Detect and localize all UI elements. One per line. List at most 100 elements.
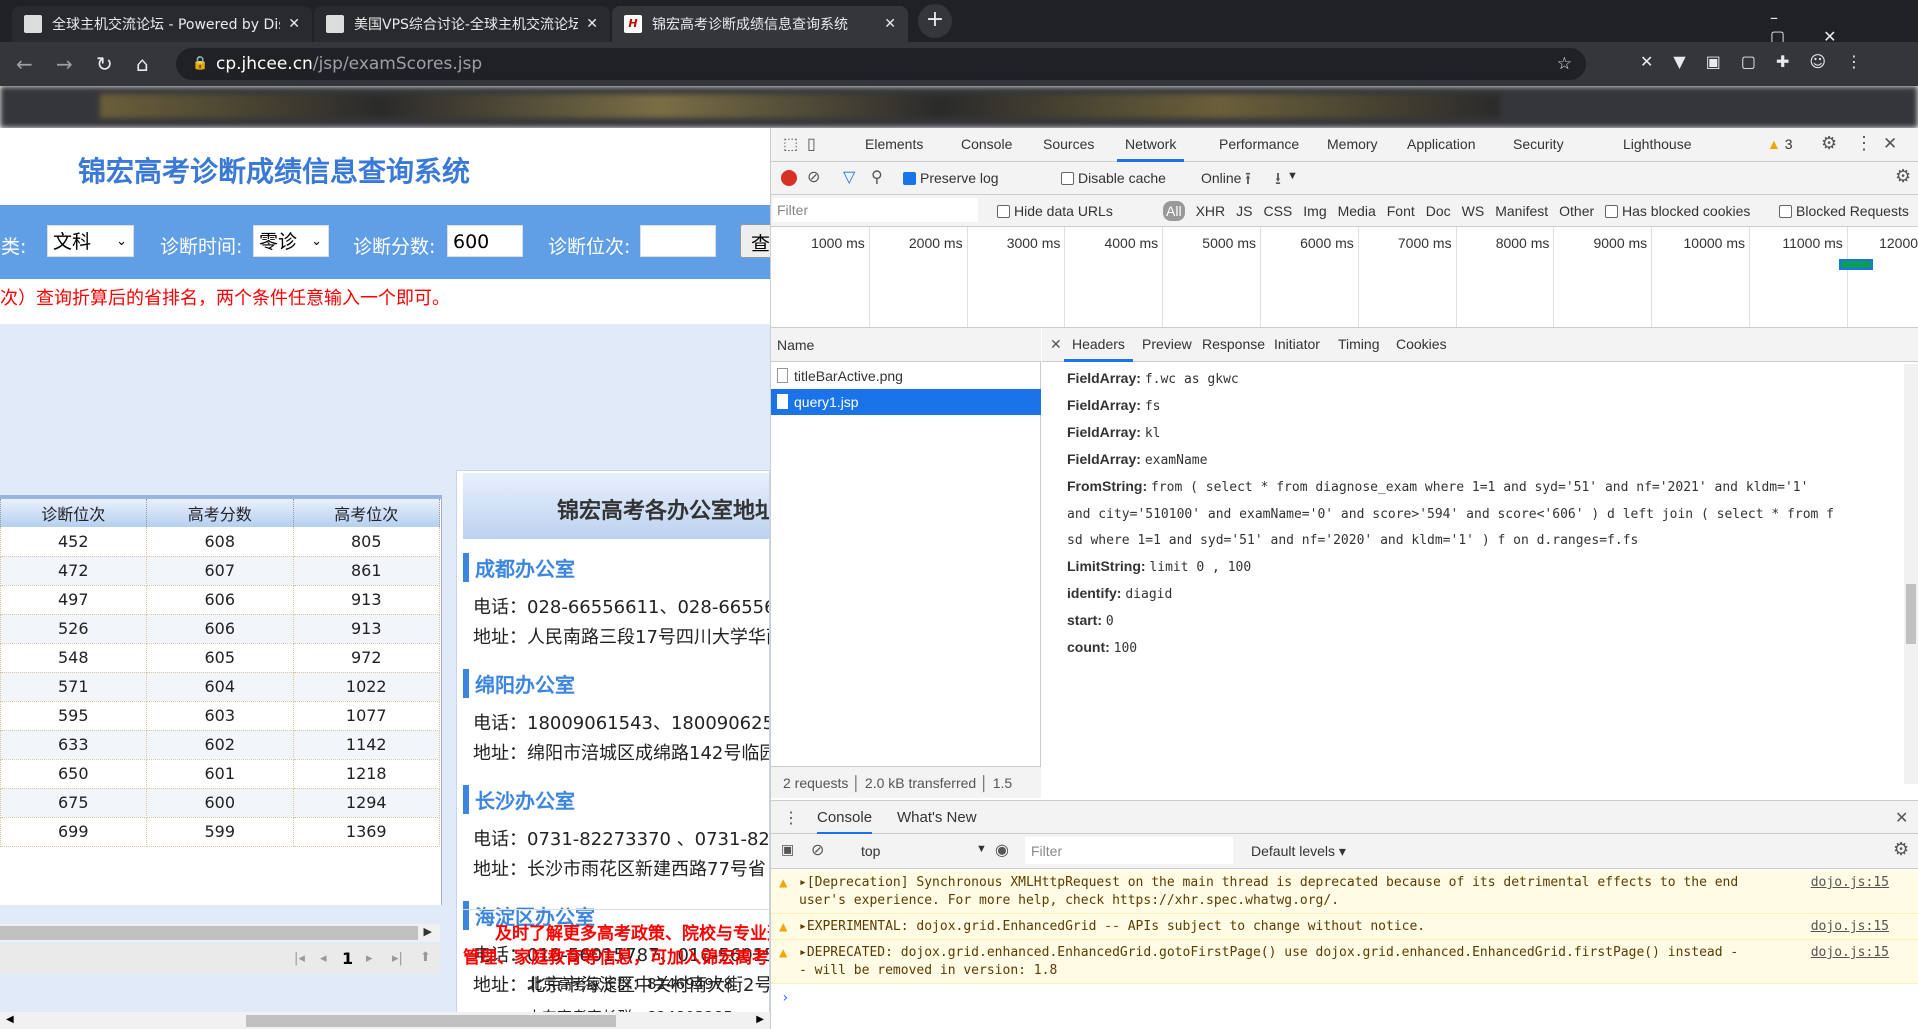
type-filter-media[interactable]: Media — [1338, 203, 1376, 219]
browser-tab[interactable]: 美国VPS综合讨论-全球主机交流论坛 ✕ — [314, 6, 610, 42]
context-select[interactable]: top ▼ — [861, 843, 987, 859]
console-warning-message[interactable]: ▲ ▸DEPRECATED: dojox.grid.enhanced.Enhanc… — [771, 940, 1918, 984]
type-filter-other[interactable]: Other — [1559, 203, 1594, 219]
record-icon[interactable] — [781, 170, 797, 186]
console-warning-message[interactable]: ▲ ▸EXPERIMENTAL: dojox.grid.EnhancedGrid … — [771, 914, 1918, 940]
prev-page-icon[interactable]: ◂ — [320, 951, 327, 966]
warnings-badge[interactable]: ▲ 3 — [1767, 136, 1793, 152]
time-select[interactable]: 零诊 ⌄ — [253, 225, 329, 257]
detail-tab-headers[interactable]: Headers — [1064, 336, 1133, 362]
extension-icons[interactable]: ✕▼▣▢✚☺⋮ — [1640, 52, 1882, 71]
export-har-icon[interactable]: ⭳ — [1275, 166, 1281, 195]
goto-page-icon[interactable]: ⬆ — [420, 950, 431, 965]
window-controls[interactable]: –▢✕ — [1770, 8, 1918, 46]
table-row[interactable]: 699 599 1369 — [0, 817, 440, 847]
console-settings-icon[interactable]: ⚙ — [1893, 839, 1909, 860]
table-row[interactable]: 633 602 1142 — [0, 730, 440, 760]
devtools-tab-sources[interactable]: Sources — [1043, 136, 1094, 152]
table-row[interactable]: 571 604 1022 — [0, 672, 440, 702]
drawer-tab-console[interactable]: Console — [817, 809, 873, 835]
type-filter-ws[interactable]: WS — [1462, 203, 1485, 219]
hide-data-urls-checkbox[interactable]: Hide data URLs — [997, 203, 1113, 219]
close-tab-icon[interactable]: ✕ — [586, 16, 598, 32]
reload-icon[interactable]: ↻ — [96, 52, 113, 76]
devtools-tab-network[interactable]: Network — [1117, 136, 1185, 162]
console-prompt[interactable]: › — [781, 990, 789, 1006]
current-page[interactable]: 1 — [342, 949, 353, 968]
type-filter-js[interactable]: JS — [1236, 203, 1252, 219]
last-page-icon[interactable]: ▸| — [392, 951, 403, 966]
table-row[interactable]: 675 600 1294 — [0, 788, 440, 818]
type-filter-img[interactable]: Img — [1303, 203, 1326, 219]
table-row[interactable]: 526 606 913 — [0, 614, 440, 644]
network-settings-icon[interactable]: ⚙ — [1895, 166, 1911, 187]
drawer-menu-icon[interactable]: ⋮ — [783, 808, 799, 828]
settings-gear-icon[interactable]: ⚙ — [1821, 133, 1837, 154]
column-header[interactable]: 高考位次 — [293, 499, 440, 527]
search-icon[interactable]: ⚲ — [871, 167, 883, 187]
sidebar-toggle-icon[interactable]: ▣ — [781, 841, 794, 858]
close-tab-icon[interactable]: ✕ — [288, 16, 300, 32]
devtools-tab-elements[interactable]: Elements — [865, 136, 923, 152]
forward-icon[interactable]: → — [56, 52, 73, 76]
blocked-requests-checkbox[interactable]: Blocked Requests — [1779, 203, 1909, 219]
devtools-tab-application[interactable]: Application — [1407, 136, 1476, 152]
rank-input[interactable] — [640, 225, 716, 257]
console-filter-input[interactable]: Filter — [1025, 837, 1233, 864]
detail-tab-initiator[interactable]: Initiator — [1274, 336, 1320, 352]
clear-console-icon[interactable]: ⊘ — [811, 840, 824, 860]
table-row[interactable]: 595 603 1077 — [0, 701, 440, 731]
type-filter-font[interactable]: Font — [1387, 203, 1415, 219]
source-link[interactable]: dojo.js:15 — [1811, 918, 1889, 936]
devtools-tab-console[interactable]: Console — [961, 136, 1012, 152]
devtools-tab-performance[interactable]: Performance — [1219, 136, 1299, 152]
source-link[interactable]: dojo.js:15 — [1811, 874, 1889, 892]
first-page-icon[interactable]: |◂ — [294, 951, 305, 966]
page-horizontal-scrollbar[interactable]: ◀ ▶ — [0, 1012, 770, 1029]
request-row[interactable]: titleBarActive.png — [771, 363, 1041, 389]
clear-icon[interactable]: ⊘ — [807, 167, 820, 187]
subject-select[interactable]: 文科 ⌄ — [47, 225, 134, 257]
new-tab-button[interactable]: + — [918, 4, 952, 38]
grid-horizontal-scrollbar[interactable]: ▶ — [0, 924, 440, 942]
table-row[interactable]: 650 601 1218 — [0, 759, 440, 789]
browser-tab[interactable]: 全球主机交流论坛 - Powered by Discuz! ✕ — [12, 6, 312, 42]
source-link[interactable]: dojo.js:15 — [1811, 944, 1889, 962]
type-filter-xhr[interactable]: XHR — [1196, 203, 1226, 219]
table-row[interactable]: 548 605 972 — [0, 643, 440, 673]
browser-tab-active[interactable]: H 锦宏高考诊断成绩信息查询系统 ✕ — [612, 6, 908, 42]
has-blocked-cookies-checkbox[interactable]: Has blocked cookies — [1605, 203, 1750, 219]
detail-tab-preview[interactable]: Preview — [1142, 336, 1192, 352]
log-levels-select[interactable]: Default levels ▾ — [1251, 843, 1346, 860]
console-warning-message[interactable]: ▲ ▸[Deprecation] Synchronous XMLHttpReque… — [771, 870, 1918, 914]
devtools-tab-memory[interactable]: Memory — [1327, 136, 1378, 152]
close-devtools-icon[interactable]: ✕ — [1883, 134, 1897, 154]
type-filter-manifest[interactable]: Manifest — [1495, 203, 1548, 219]
live-expression-eye-icon[interactable]: ◉ — [995, 840, 1009, 860]
detail-tab-timing[interactable]: Timing — [1338, 336, 1380, 352]
network-filter-input[interactable]: Filter — [773, 198, 978, 222]
detail-tab-cookies[interactable]: Cookies — [1396, 336, 1447, 352]
table-row[interactable]: 472 607 861 — [0, 556, 440, 586]
table-row[interactable]: 452 608 805 — [0, 527, 440, 557]
more-options-icon[interactable]: ⋮ — [1855, 133, 1873, 154]
table-row[interactable]: 497 606 913 — [0, 585, 440, 615]
disable-cache-checkbox[interactable]: Disable cache — [1061, 170, 1166, 186]
close-tab-icon[interactable]: ✕ — [884, 16, 896, 32]
devtools-tab-security[interactable]: Security — [1513, 136, 1564, 152]
devtools-tab-lighthouse[interactable]: Lighthouse — [1623, 136, 1692, 152]
column-header[interactable]: 高考分数 — [146, 499, 294, 527]
column-header[interactable]: 诊断位次 — [0, 499, 147, 527]
type-filter-css[interactable]: CSS — [1263, 203, 1292, 219]
filter-icon[interactable]: ▽ — [843, 167, 855, 187]
preserve-log-checkbox[interactable]: Preserve log — [903, 170, 999, 186]
next-page-icon[interactable]: ▸ — [366, 951, 373, 966]
close-drawer-icon[interactable]: ✕ — [1895, 808, 1908, 828]
device-toolbar-icon[interactable]: ▯ — [807, 134, 816, 154]
score-input[interactable]: 600 — [447, 225, 523, 257]
query-button[interactable]: 查询 — [740, 224, 770, 258]
type-filter-doc[interactable]: Doc — [1426, 203, 1451, 219]
type-filter-all[interactable]: All — [1163, 201, 1185, 221]
detail-tab-response[interactable]: Response — [1202, 336, 1265, 352]
bookmark-star-icon[interactable]: ☆ — [1557, 48, 1572, 80]
